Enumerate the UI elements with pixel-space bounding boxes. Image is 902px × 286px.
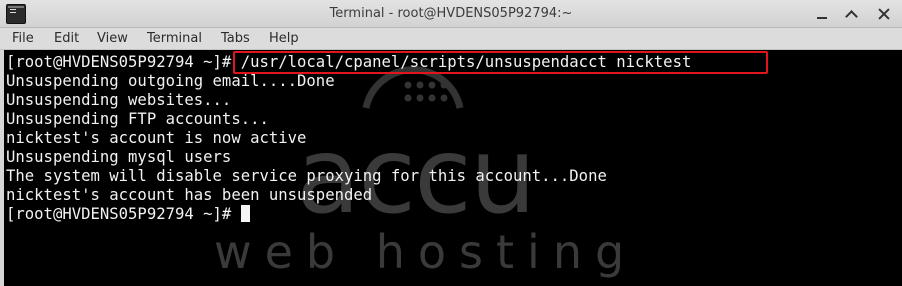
minimize-icon — [817, 17, 827, 19]
terminal-line: Unsuspending FTP accounts... — [6, 110, 269, 128]
terminal-prompt-line[interactable]: [root@HVDENS05P92794 ~]# — [6, 205, 250, 224]
window-titlebar[interactable]: Terminal - root@HVDENS05P92794:~ — [0, 0, 902, 28]
minimize-button[interactable] — [813, 5, 831, 23]
terminal-line: The system will disable service proxying… — [6, 167, 607, 185]
maximize-button[interactable] — [843, 5, 861, 23]
menu-help[interactable]: Help — [269, 31, 299, 46]
close-button[interactable] — [875, 5, 893, 23]
menu-view[interactable]: View — [97, 31, 128, 46]
text-cursor — [240, 205, 250, 222]
menu-tabs[interactable]: Tabs — [221, 31, 250, 46]
terminal-line: nicktest's account is now active — [6, 129, 307, 147]
menu-file[interactable]: File — [12, 31, 34, 46]
terminal-prompt: [root@HVDENS05P92794 ~]# — [6, 205, 241, 223]
command-highlight-box — [233, 51, 768, 74]
terminal-line: Unsuspending websites... — [6, 91, 232, 109]
terminal-line: nicktest's account has been unsuspended — [6, 186, 373, 204]
window-title: Terminal - root@HVDENS05P92794:~ — [329, 6, 573, 21]
maximize-icon — [845, 10, 858, 23]
watermark-tagline: web hosting — [214, 225, 637, 279]
menu-terminal[interactable]: Terminal — [147, 31, 202, 46]
menu-bar: File Edit View Terminal Tabs Help — [0, 28, 902, 50]
menu-edit[interactable]: Edit — [54, 31, 79, 46]
terminal-line: Unsuspending mysql users — [6, 148, 232, 166]
terminal-screen[interactable]: accu web hosting [root@HVDENS05P92794 ~]… — [4, 50, 902, 286]
terminal-line: Unsuspending outgoing email....Done — [6, 72, 335, 90]
